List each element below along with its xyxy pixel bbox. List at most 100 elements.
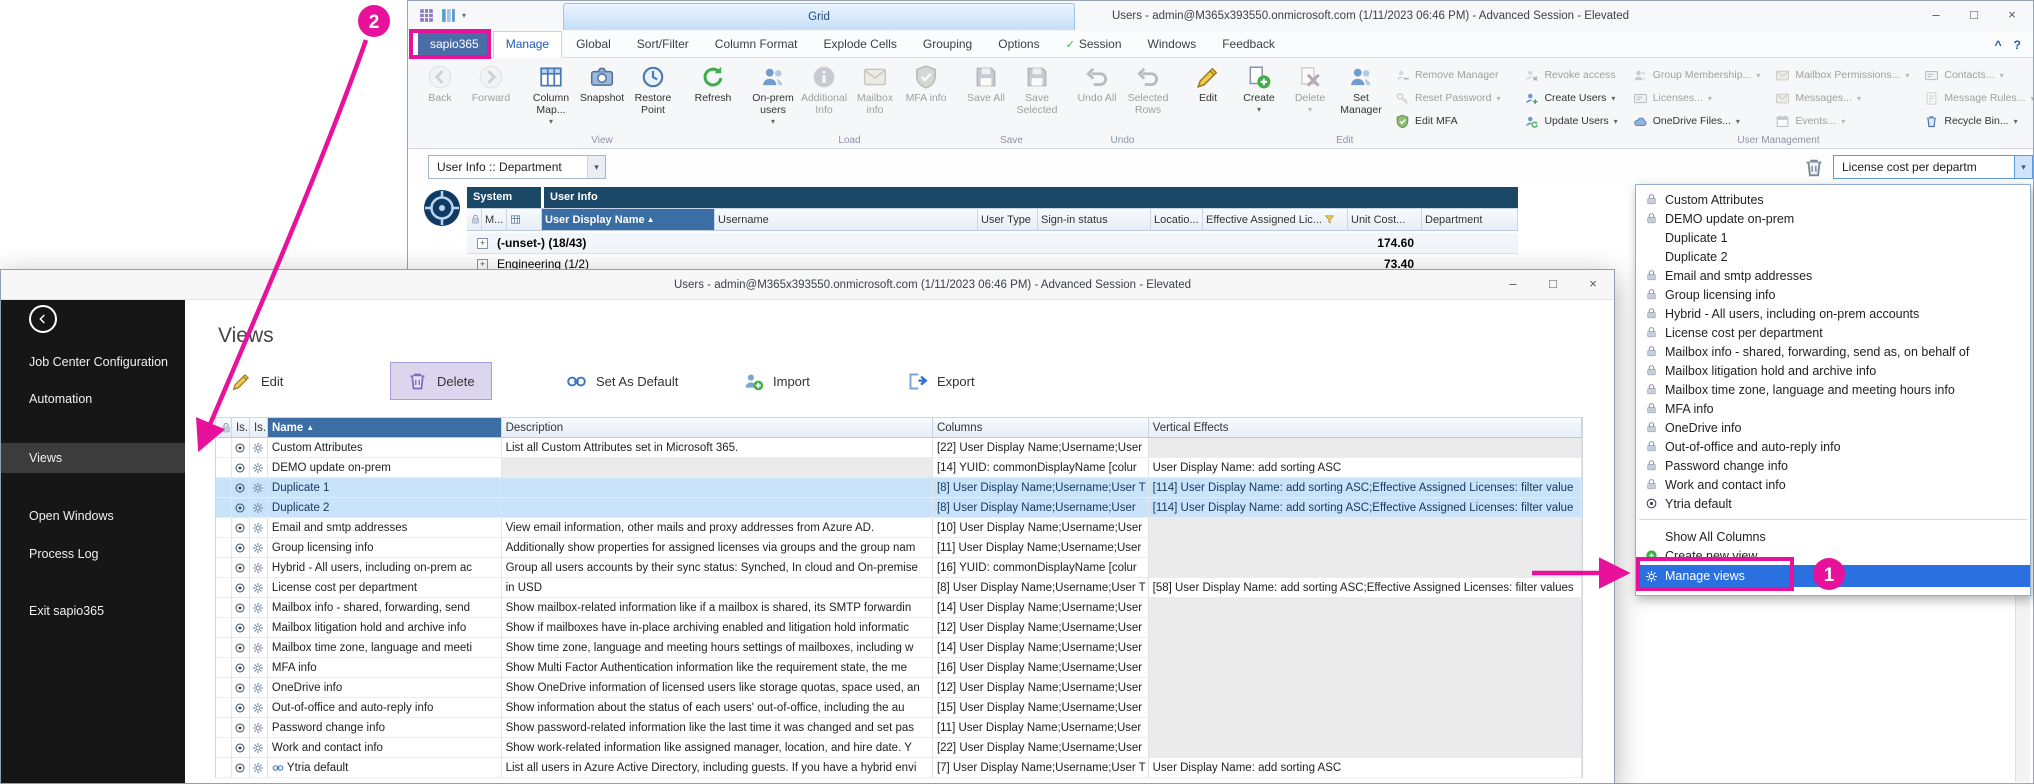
grid-column-sign-in-status[interactable]: Sign-in status bbox=[1038, 208, 1151, 231]
ribbon-button-recycle-bin[interactable]: Recycle Bin...▾ bbox=[1920, 111, 2033, 131]
back-button[interactable] bbox=[29, 305, 57, 333]
views-column-vertical-effects-6[interactable]: Vertical Effects bbox=[1149, 418, 1582, 438]
toolbar-edit-button[interactable]: Edit bbox=[231, 362, 283, 400]
view-option-work-and-contact-info[interactable]: Work and contact info bbox=[1636, 475, 2030, 494]
view-option-password-change-info[interactable]: Password change info bbox=[1636, 456, 2030, 475]
views-table-row-mailbox-litigation-hold-and-archive-info[interactable]: Mailbox litigation hold and archive info… bbox=[216, 618, 1582, 638]
ribbon-button-restore-point[interactable]: Restore Point bbox=[628, 61, 678, 131]
views-table-row-duplicate-2[interactable]: Duplicate 2[8] User Display Name;Usernam… bbox=[216, 498, 1582, 518]
restore-button[interactable]: □ bbox=[1542, 274, 1564, 294]
tab-options[interactable]: Options bbox=[986, 32, 1051, 57]
quick-access-grid-icon[interactable] bbox=[418, 7, 435, 24]
ribbon-button-set-manager[interactable]: Set Manager bbox=[1336, 61, 1386, 131]
grid-column-username[interactable]: Username bbox=[715, 208, 978, 231]
grid-column-icon-0[interactable] bbox=[467, 208, 482, 231]
tab-session[interactable]: ✓Session bbox=[1054, 32, 1134, 57]
quick-access-dropdown-icon[interactable]: ▾ bbox=[462, 11, 466, 20]
ribbon-button-undo-all[interactable]: Undo All bbox=[1072, 61, 1122, 131]
views-table-row-duplicate-1[interactable]: Duplicate 1[8] User Display Name;Usernam… bbox=[216, 478, 1582, 498]
tab-explode-cells[interactable]: Explode Cells bbox=[811, 32, 908, 57]
ribbon-button-events[interactable]: Events...▾ bbox=[1771, 111, 1913, 131]
view-option-group-licensing-info[interactable]: Group licensing info bbox=[1636, 285, 2030, 304]
grid-view-selector[interactable]: License cost per departm ▾ bbox=[1833, 155, 2033, 179]
views-table-row-mfa-info[interactable]: MFA infoShow Multi Factor Authentication… bbox=[216, 658, 1582, 678]
view-option-onedrive-info[interactable]: OneDrive info bbox=[1636, 418, 2030, 437]
ribbon-button-snapshot[interactable]: Snapshot bbox=[577, 61, 627, 131]
view-option-ytria-default[interactable]: Ytria default bbox=[1636, 494, 2030, 513]
ribbon-button-revoke-access[interactable]: Revoke access bbox=[1520, 65, 1621, 85]
help-icon[interactable]: ? bbox=[2014, 38, 2021, 52]
minimize-button[interactable]: – bbox=[1925, 5, 1947, 25]
ribbon-button-forward[interactable]: Forward bbox=[466, 61, 516, 131]
ribbon-button-selected-rows[interactable]: Selected Rows bbox=[1123, 61, 1173, 131]
sidebar-item-job-center-configuration[interactable]: Job Center Configuration bbox=[1, 347, 185, 377]
toolbar-import-button[interactable]: Import bbox=[743, 362, 810, 400]
tab-feedback[interactable]: Feedback bbox=[1210, 32, 1287, 57]
ribbon-button-edit-mfa[interactable]: Edit MFA bbox=[1391, 111, 1504, 131]
grid-column-user-display-name[interactable]: User Display Name▲ bbox=[542, 208, 715, 231]
ribbon-button-mailbox-permissions[interactable]: Mailbox Permissions...▾ bbox=[1771, 65, 1913, 85]
expand-icon[interactable]: + bbox=[477, 259, 488, 270]
views-table-row-license-cost-per-department[interactable]: License cost per departmentin USD[8] Use… bbox=[216, 578, 1582, 598]
toolbar-delete-button[interactable]: Delete bbox=[390, 362, 492, 400]
grid-column-effective-assigned-lic[interactable]: Effective Assigned Lic... bbox=[1203, 208, 1348, 231]
ribbon-button-save-all[interactable]: Save All bbox=[961, 61, 1011, 131]
view-option-email-and-smtp-addresses[interactable]: Email and smtp addresses bbox=[1636, 266, 2030, 285]
view-option-mailbox-info-shared-forwarding-send-as-on-behalf-of[interactable]: Mailbox info - shared, forwarding, send … bbox=[1636, 342, 2030, 361]
maximize-button[interactable]: □ bbox=[1963, 5, 1985, 25]
view-option-out-of-office-and-auto-reply-info[interactable]: Out-of-office and auto-reply info bbox=[1636, 437, 2030, 456]
view-option-custom-attributes[interactable]: Custom Attributes bbox=[1636, 190, 2030, 209]
view-option-mailbox-time-zone-language-and-meeting-hours-info[interactable]: Mailbox time zone, language and meeting … bbox=[1636, 380, 2030, 399]
ribbon-button-create-users[interactable]: Create Users▾ bbox=[1520, 88, 1621, 108]
view-option-duplicate-1[interactable]: Duplicate 1 bbox=[1636, 228, 2030, 247]
views-column-is-1[interactable]: Is... bbox=[232, 418, 250, 438]
grid-column-locatio[interactable]: Locatio... bbox=[1151, 208, 1203, 231]
ribbon-button-group-membership[interactable]: Group Membership...▾ bbox=[1629, 65, 1765, 85]
ribbon-button-message-rules[interactable]: Message Rules...▾ bbox=[1920, 88, 2033, 108]
grid-column-icon-2[interactable] bbox=[507, 208, 542, 231]
views-table-row-out-of-office-and-auto-reply-info[interactable]: Out-of-office and auto-reply infoShow in… bbox=[216, 698, 1582, 718]
close-button[interactable]: × bbox=[2001, 5, 2023, 25]
views-table-row-mailbox-info-shared-forwarding-send[interactable]: Mailbox info - shared, forwarding, sendS… bbox=[216, 598, 1582, 618]
ribbon-button-save-selected[interactable]: Save Selected bbox=[1012, 61, 1062, 131]
views-table-row-demo-update-on-prem[interactable]: DEMO update on-prem[14] YUID: commonDisp… bbox=[216, 458, 1582, 478]
ribbon-button-column-map[interactable]: Column Map...▾ bbox=[526, 61, 576, 131]
sidebar-item-process-log[interactable]: Process Log bbox=[1, 539, 185, 569]
ribbon-button-delete[interactable]: Delete▾ bbox=[1285, 61, 1335, 131]
grid-column-unit-cost[interactable]: Unit Cost... bbox=[1348, 208, 1422, 231]
views-column-name-3[interactable]: Name▲ bbox=[268, 418, 502, 438]
view-command-create-new-view[interactable]: Create new view bbox=[1636, 546, 2030, 565]
view-option-duplicate-2[interactable]: Duplicate 2 bbox=[1636, 247, 2030, 266]
views-column-description-4[interactable]: Description bbox=[502, 418, 933, 438]
ribbon-button-edit[interactable]: Edit bbox=[1183, 61, 1233, 131]
sidebar-item-automation[interactable]: Automation bbox=[1, 384, 185, 414]
department-view-selector[interactable]: User Info :: Department ▾ bbox=[428, 155, 606, 179]
views-table-row-password-change-info[interactable]: Password change infoShow password-relate… bbox=[216, 718, 1582, 738]
ribbon-button-reset-password[interactable]: Reset Password▾ bbox=[1391, 88, 1504, 108]
grid-group-row-unset-18-43[interactable]: +(-unset-) (18/43)174.60 bbox=[467, 233, 1518, 254]
views-table-row-work-and-contact-info[interactable]: Work and contact infoShow work-related i… bbox=[216, 738, 1582, 758]
sidebar-item-views[interactable]: Views bbox=[1, 443, 185, 473]
ribbon-button-create[interactable]: Create▾ bbox=[1234, 61, 1284, 131]
quick-access-columns-icon[interactable] bbox=[440, 7, 457, 24]
grid-column-user-type[interactable]: User Type bbox=[978, 208, 1038, 231]
view-option-demo-update-on-prem[interactable]: DEMO update on-prem bbox=[1636, 209, 2030, 228]
toolbar-set-as-default-button[interactable]: Set As Default bbox=[566, 362, 678, 400]
view-option-mfa-info[interactable]: MFA info bbox=[1636, 399, 2030, 418]
chevron-down-icon[interactable]: ▾ bbox=[587, 156, 605, 178]
tab-manage[interactable]: Manage bbox=[493, 31, 562, 58]
view-option-hybrid-all-users-including-on-prem-accounts[interactable]: Hybrid - All users, including on-prem ac… bbox=[1636, 304, 2030, 323]
tab-column-format[interactable]: Column Format bbox=[703, 32, 810, 57]
views-table-row-onedrive-info[interactable]: OneDrive infoShow OneDrive information o… bbox=[216, 678, 1582, 698]
views-column-icon-0[interactable] bbox=[216, 418, 232, 438]
sidebar-item-open-windows[interactable]: Open Windows bbox=[1, 501, 185, 531]
expand-icon[interactable]: + bbox=[477, 238, 488, 249]
views-table-row-email-and-smtp-addresses[interactable]: Email and smtp addressesView email infor… bbox=[216, 518, 1582, 538]
collapse-ribbon-icon[interactable]: ^ bbox=[1995, 38, 2002, 52]
tab-global[interactable]: Global bbox=[564, 32, 623, 57]
grid-column-m[interactable]: M... bbox=[482, 208, 507, 231]
ribbon-button-contacts[interactable]: Contacts...▾ bbox=[1920, 65, 2033, 85]
tab-sort-filter[interactable]: Sort/Filter bbox=[625, 32, 701, 57]
ribbon-button-licenses[interactable]: Licenses...▾ bbox=[1629, 88, 1765, 108]
delete-view-icon[interactable] bbox=[1803, 157, 1825, 179]
